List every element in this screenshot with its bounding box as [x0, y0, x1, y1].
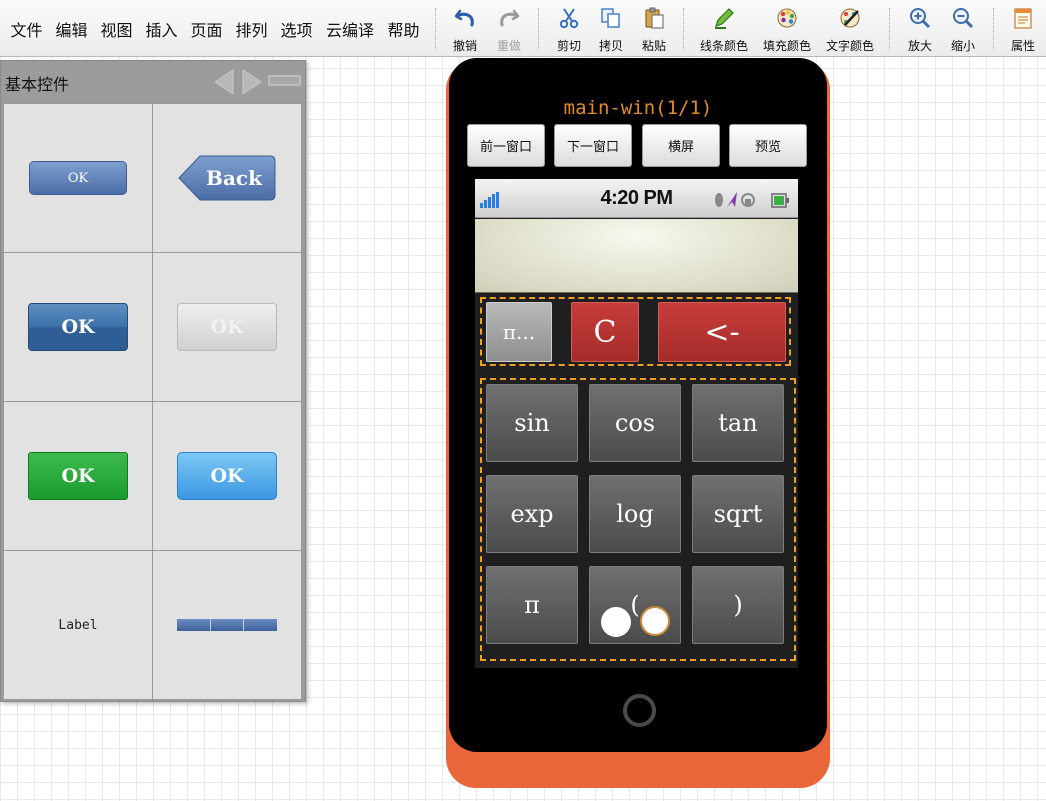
menu-file[interactable]: 文件 [4, 17, 49, 41]
menu-view[interactable]: 视图 [94, 17, 139, 41]
key-cos[interactable]: cos [589, 384, 681, 462]
palette-cell[interactable]: Back [153, 104, 301, 252]
palette-prev-icon[interactable] [213, 69, 235, 99]
pencil-icon [712, 6, 736, 30]
paste-icon [642, 6, 666, 30]
cut-label: 剪切 [556, 39, 581, 53]
key-open-paren[interactable]: ( [589, 566, 681, 644]
scissors-icon [557, 6, 581, 30]
window-title: main-win(1/1) [563, 97, 713, 119]
home-button[interactable] [623, 694, 656, 727]
fill-palette-icon [775, 6, 799, 30]
zoom-out-button[interactable]: 缩小 [948, 6, 978, 54]
palette-cell[interactable]: OK [153, 253, 301, 401]
key-close-paren[interactable]: ) [692, 566, 784, 644]
key-backspace[interactable]: <- [658, 302, 786, 362]
palette-grid: OK Back OK OK OK OK Label [4, 104, 302, 699]
menu-bar: 文件 编辑 视图 插入 页面 排列 选项 云编译 帮助 [4, 17, 426, 41]
properties-icon [1011, 6, 1035, 30]
line-color-button[interactable]: 线条颜色 [697, 6, 751, 54]
copy-icon [599, 6, 623, 30]
key-sqrt[interactable]: sqrt [692, 475, 784, 553]
menu-insert[interactable]: 插入 [139, 17, 184, 41]
palette-next-icon[interactable] [241, 69, 263, 99]
text-color-icon [838, 6, 862, 30]
toolbar-separator [993, 8, 994, 50]
menu-help[interactable]: 帮助 [381, 17, 426, 41]
widget-label[interactable]: Label [58, 618, 97, 633]
key-log[interactable]: log [589, 475, 681, 553]
redo-button[interactable]: 重做 [494, 6, 524, 54]
cut-button[interactable]: 剪切 [554, 6, 584, 54]
widget-ok-button-light[interactable]: OK [177, 452, 277, 500]
undo-icon [453, 6, 477, 30]
fill-color-button[interactable]: 填充颜色 [760, 6, 814, 54]
key-sin[interactable]: sin [486, 384, 578, 462]
properties-button[interactable]: 属性 [1008, 6, 1038, 54]
zoom-in-label: 放大 [907, 39, 932, 53]
calculator-keypad: π... C <- sin cos tan exp log sqrt π ( ) [475, 294, 798, 668]
paste-label: 粘贴 [641, 39, 666, 53]
redo-icon [497, 6, 521, 30]
phone-screen: 4:20 PM π... C <- sin cos tan exp log sq… [475, 179, 798, 668]
key-tan[interactable]: tan [692, 384, 784, 462]
toolbar-separator [538, 8, 539, 50]
widget-ok-button-green[interactable]: OK [28, 452, 128, 500]
key-exp[interactable]: exp [486, 475, 578, 553]
next-window-button[interactable]: 下一窗口 [554, 124, 632, 167]
widget-back-label: Back [206, 166, 262, 190]
widget-ok-button-disabled[interactable]: OK [177, 303, 277, 351]
undo-label: 撤销 [452, 39, 477, 53]
zoom-out-label: 缩小 [950, 39, 975, 53]
undo-button[interactable]: 撤销 [450, 6, 480, 54]
calculator-display[interactable] [475, 219, 798, 293]
key-pi[interactable]: π [486, 566, 578, 644]
palette-header: 基本控件 [1, 61, 305, 101]
widget-tab-bar[interactable] [177, 619, 278, 631]
text-color-button[interactable]: 文字颜色 [823, 6, 877, 54]
preview-button[interactable]: 预览 [729, 124, 807, 167]
toolbar: 文件 编辑 视图 插入 页面 排列 选项 云编译 帮助 撤销 重做 剪切 拷贝 [0, 0, 1046, 57]
redo-label: 重做 [496, 39, 521, 53]
status-bar: 4:20 PM [475, 179, 798, 218]
toolbar-separator [435, 8, 436, 50]
menu-edit[interactable]: 编辑 [49, 17, 94, 41]
widget-ok-button-blue[interactable]: OK [28, 303, 128, 351]
fill-color-label: 填充颜色 [762, 39, 811, 53]
copy-button[interactable]: 拷贝 [596, 6, 626, 54]
palette-cell[interactable]: OK [4, 402, 152, 550]
text-color-label: 文字颜色 [825, 39, 874, 53]
touch-indicator [640, 606, 670, 636]
status-icons [715, 190, 795, 214]
palette-cell[interactable] [153, 551, 301, 699]
zoom-out-icon [951, 6, 975, 30]
copy-label: 拷贝 [598, 39, 623, 53]
prev-window-button[interactable]: 前一窗口 [467, 124, 545, 167]
paste-button[interactable]: 粘贴 [639, 6, 669, 54]
palette-cell[interactable]: OK [153, 402, 301, 550]
menu-page[interactable]: 页面 [184, 17, 229, 41]
palette-collapse-button[interactable] [268, 75, 301, 86]
menu-arrange[interactable]: 排列 [229, 17, 274, 41]
landscape-button[interactable]: 横屏 [642, 124, 720, 167]
palette-title: 基本控件 [5, 75, 70, 94]
toolbar-separator [683, 8, 684, 50]
touch-indicator [601, 607, 631, 637]
widget-ok-button-small[interactable]: OK [29, 161, 127, 195]
zoom-in-button[interactable]: 放大 [905, 6, 935, 54]
properties-label: 属性 [1010, 39, 1035, 53]
menu-cloud-compile[interactable]: 云编译 [319, 17, 381, 41]
widget-palette: 基本控件 OK Back OK OK OK OK Label [0, 60, 306, 702]
menu-options[interactable]: 选项 [274, 17, 319, 41]
key-pi-more[interactable]: π... [486, 302, 552, 362]
toolbar-separator [889, 8, 890, 50]
zoom-in-icon [908, 6, 932, 30]
palette-cell[interactable]: Label [4, 551, 152, 699]
palette-cell[interactable]: OK [4, 104, 152, 252]
key-clear[interactable]: C [571, 302, 639, 362]
palette-cell[interactable]: OK [4, 253, 152, 401]
widget-back-button[interactable]: Back [178, 155, 276, 201]
line-color-label: 线条颜色 [699, 39, 748, 53]
